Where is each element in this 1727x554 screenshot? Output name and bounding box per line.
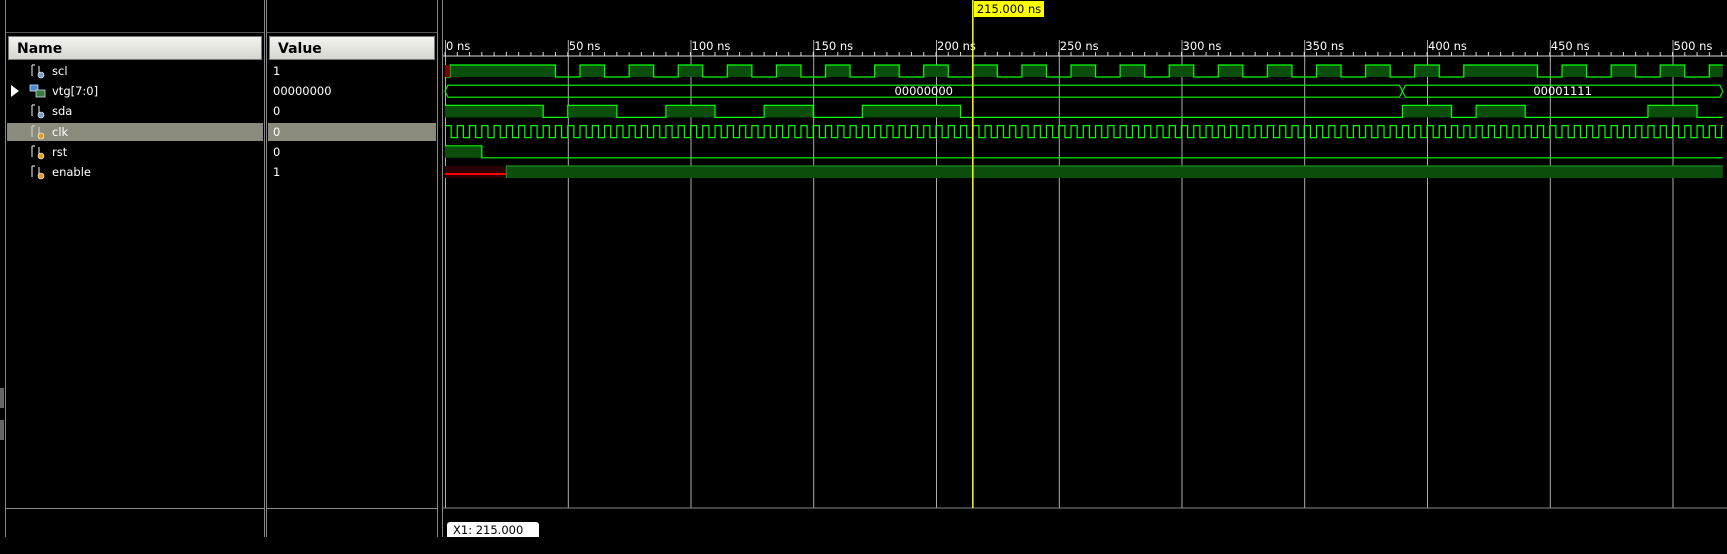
signal-value: 00000000 bbox=[273, 84, 332, 99]
scl-trace-high-fill bbox=[678, 65, 703, 77]
bus-icon bbox=[29, 83, 47, 99]
enable-high-fill bbox=[506, 166, 1723, 178]
signal-name: scl bbox=[52, 64, 68, 78]
scl-trace-high-fill bbox=[1267, 65, 1292, 77]
waveform-panel[interactable]: 0 ns 50 ns 100 ns 150 ns 200 ns 250 ns 300 ns 3… bbox=[442, 0, 1727, 553]
scl-trace-high-fill bbox=[1021, 65, 1047, 77]
signal-row[interactable]: vtg[7:0] bbox=[7, 82, 263, 100]
sda-trace-high-fill bbox=[1647, 105, 1698, 118]
signal-names-panel: Name scl vtg[7:0] sda clk rst enable bbox=[5, 0, 265, 537]
sda-trace-high-fill bbox=[445, 105, 544, 118]
signal-name: rst bbox=[52, 144, 68, 159]
waveform-canvas[interactable]: 0 ns 50 ns 100 ns 150 ns 200 ns 250 ns 300 ns 3… bbox=[443, 0, 1727, 537]
sda-trace-high-fill bbox=[665, 105, 716, 118]
signal-row[interactable]: enable bbox=[7, 163, 263, 181]
divider bbox=[267, 508, 437, 509]
scl-trace-high-fill bbox=[874, 65, 900, 77]
time-tick-label: 150 ns bbox=[814, 39, 853, 53]
signal-value: 0 bbox=[273, 104, 281, 119]
bit-input-icon bbox=[29, 124, 47, 140]
value-row[interactable]: 1 bbox=[268, 62, 436, 80]
value-row[interactable]: 0 bbox=[268, 122, 436, 141]
sda-trace-high-fill bbox=[862, 105, 961, 118]
scl-trace-high-fill bbox=[727, 65, 752, 77]
scl-trace-high-fill bbox=[1071, 65, 1096, 77]
signal-name: vtg[7:0] bbox=[52, 84, 99, 99]
scl-trace-high-fill bbox=[449, 65, 556, 77]
scl-trace-high-fill bbox=[923, 65, 949, 77]
scl-trace-high-fill bbox=[1316, 65, 1342, 77]
scl-trace-high-fill bbox=[629, 65, 654, 77]
signal-row[interactable]: rst bbox=[7, 143, 263, 161]
bit-input-icon bbox=[29, 164, 47, 180]
sda-trace-high-fill bbox=[1402, 105, 1452, 118]
time-tick-label: 300 ns bbox=[1183, 39, 1222, 53]
time-tick-label: 50 ns bbox=[569, 39, 601, 53]
scl-trace-high-fill bbox=[1562, 65, 1587, 77]
signal-name: clk bbox=[52, 124, 69, 139]
bit-output-icon bbox=[29, 63, 47, 79]
divider bbox=[6, 508, 264, 509]
value-row[interactable]: 0 bbox=[268, 143, 436, 161]
signal-value: 1 bbox=[273, 64, 281, 78]
clk-trace-wave bbox=[445, 125, 1723, 139]
scl-trace-high-fill bbox=[1709, 65, 1723, 77]
cursor-readout-tab[interactable]: X1: 215.000 ns bbox=[447, 522, 539, 553]
time-tick-label: 250 ns bbox=[1060, 39, 1099, 53]
scl-trace-high-fill bbox=[1365, 65, 1391, 77]
rst-trace-wave bbox=[445, 145, 1723, 159]
time-tick-label: 500 ns bbox=[1674, 39, 1713, 53]
scl-trace-high-fill bbox=[825, 65, 851, 77]
vtg-bus-value: 00001111 bbox=[1533, 84, 1592, 98]
bit-output-icon bbox=[29, 103, 47, 119]
time-tick-label: 100 ns bbox=[692, 39, 731, 53]
scl-trace-high-fill bbox=[1120, 65, 1145, 77]
splitter-handle[interactable] bbox=[0, 420, 4, 440]
value-row[interactable]: 00000000 bbox=[268, 82, 436, 100]
time-tick-label: 0 ns bbox=[446, 39, 470, 53]
signal-value: 0 bbox=[273, 144, 281, 159]
signal-value: 1 bbox=[273, 165, 281, 179]
signal-values-panel: Value 1 00000000 0 0 0 1 bbox=[266, 0, 438, 537]
signal-value: 0 bbox=[273, 124, 281, 139]
time-tick-label: 200 ns bbox=[937, 39, 976, 53]
signal-name: enable bbox=[52, 165, 91, 179]
scl-trace-high-fill bbox=[1218, 65, 1243, 77]
value-row[interactable]: 1 bbox=[268, 163, 436, 181]
bit-input-icon bbox=[29, 144, 47, 160]
scl-trace-high-fill bbox=[1463, 65, 1538, 77]
signal-row[interactable]: sda bbox=[7, 102, 263, 120]
sda-trace-high-fill bbox=[1476, 105, 1526, 118]
sda-trace-wave bbox=[445, 104, 1723, 118]
name-column-header[interactable]: Name bbox=[8, 36, 262, 60]
cursor-time-flag[interactable]: 215.000 ns bbox=[973, 1, 1045, 17]
time-tick-label: 400 ns bbox=[1428, 39, 1467, 53]
time-tick-label: 350 ns bbox=[1305, 39, 1344, 53]
divider bbox=[6, 32, 264, 33]
time-tick-label: 450 ns bbox=[1551, 39, 1590, 53]
signal-row[interactable]: scl bbox=[7, 62, 263, 80]
signal-name: sda bbox=[52, 104, 73, 119]
scl-trace-high-fill bbox=[1169, 65, 1194, 77]
scl-trace-high-fill bbox=[1414, 65, 1440, 77]
sda-trace-high-fill bbox=[567, 105, 617, 118]
scl-trace-high-fill bbox=[580, 65, 605, 77]
expand-arrow-icon[interactable] bbox=[11, 85, 19, 98]
value-column-header[interactable]: Value bbox=[269, 36, 435, 60]
sda-trace-high-fill bbox=[764, 105, 814, 118]
scl-trace-high-fill bbox=[1611, 65, 1636, 77]
rst-trace-high-fill bbox=[445, 145, 482, 158]
enable-undefined-fill bbox=[445, 166, 507, 178]
value-row[interactable]: 0 bbox=[268, 102, 436, 120]
vtg-bus-value: 00000000 bbox=[894, 84, 953, 98]
scl-trace-high-fill bbox=[1660, 65, 1685, 77]
scl-trace-high-fill bbox=[972, 65, 998, 77]
splitter-handle[interactable] bbox=[0, 388, 4, 408]
scl-trace-high-fill bbox=[776, 65, 801, 77]
signal-row[interactable]: clk bbox=[7, 122, 263, 141]
scl-undefined-segment bbox=[445, 65, 450, 77]
divider bbox=[267, 32, 437, 33]
